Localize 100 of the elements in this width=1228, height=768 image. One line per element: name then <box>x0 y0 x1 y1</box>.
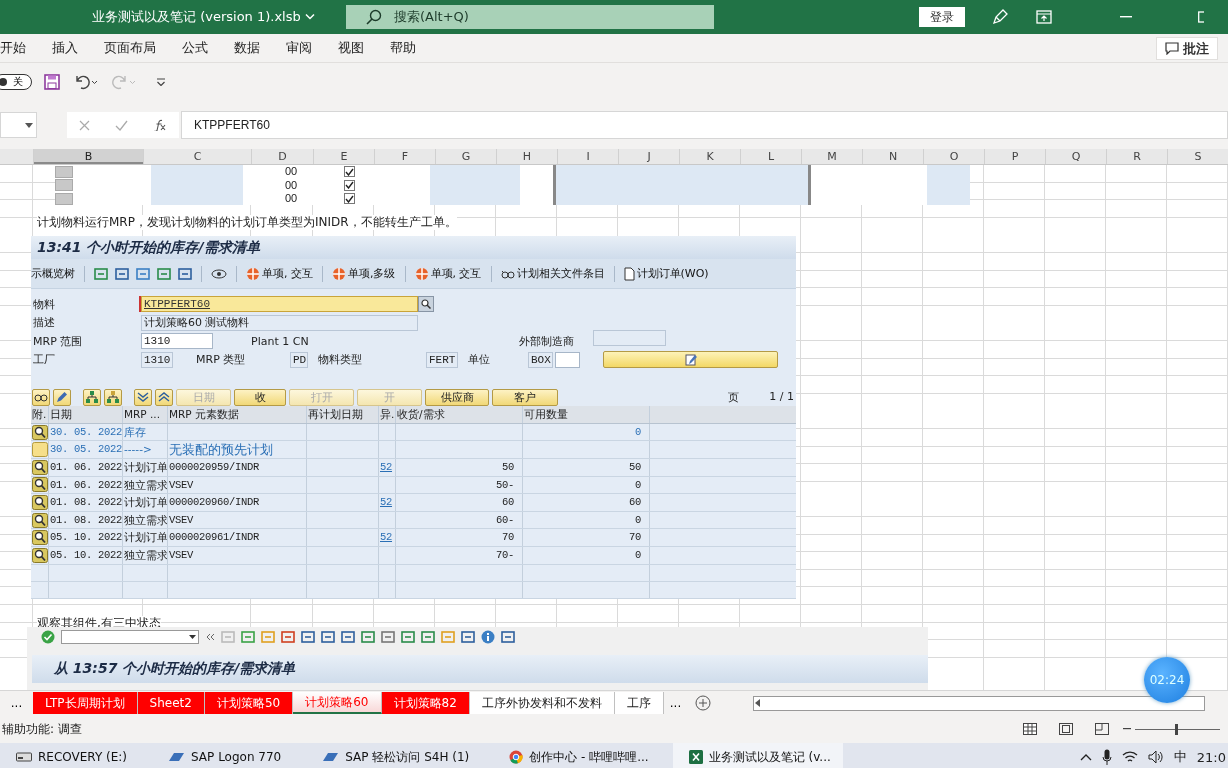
collapse-button[interactable] <box>104 388 122 406</box>
column-header[interactable]: M <box>801 149 862 164</box>
customize-icon[interactable] <box>156 78 166 86</box>
toolbar-button[interactable]: 计划订单(WO) <box>623 266 709 282</box>
eye-icon[interactable] <box>211 268 227 279</box>
column-header[interactable]: L <box>740 149 801 164</box>
column-header[interactable]: K <box>679 149 740 164</box>
column-header[interactable]: B <box>33 149 143 164</box>
check-icon[interactable] <box>41 630 55 644</box>
checkbox[interactable] <box>344 179 355 191</box>
magnifier-icon[interactable] <box>31 494 48 510</box>
help-icon[interactable] <box>481 630 495 644</box>
input-field[interactable] <box>555 351 580 368</box>
column-header[interactable]: H <box>496 149 557 164</box>
taskbar-button[interactable]: 创作中心 - 哔哩哔哩... <box>493 743 661 768</box>
taskbar-button[interactable]: SAP Logon 770 <box>151 743 294 768</box>
scroll-down-button[interactable] <box>134 388 152 406</box>
column-header[interactable]: C <box>143 149 251 164</box>
column-header[interactable]: J <box>618 149 679 164</box>
column-header[interactable]: R <box>1106 149 1167 164</box>
magnifier-icon[interactable] <box>31 424 48 440</box>
column-header[interactable]: N <box>862 149 923 164</box>
toolbar-button[interactable]: 计划相关文件条目 <box>500 266 605 282</box>
column-header[interactable]: 可用数量 <box>523 405 650 423</box>
magnifier-icon[interactable] <box>31 530 48 546</box>
column-header[interactable]: F <box>374 149 435 164</box>
pencil-button[interactable] <box>53 388 71 406</box>
magnifier-icon[interactable] <box>31 459 48 475</box>
toolbar-button[interactable]: 客户 <box>492 388 558 406</box>
mrp-area-field[interactable]: 1310 <box>141 333 213 350</box>
sphere-icon[interactable] <box>246 266 260 281</box>
toolbar-button[interactable]: 单项, 交互 <box>246 266 313 282</box>
exception-link[interactable]: 52 <box>380 461 392 473</box>
ribbon-tab[interactable]: 视图 <box>338 39 364 57</box>
page-layout-icon[interactable] <box>1059 723 1073 735</box>
page-break-icon[interactable] <box>1095 723 1109 735</box>
magnifier-icon[interactable] <box>31 512 48 528</box>
pen-icon[interactable] <box>991 8 1009 26</box>
column-header[interactable]: 日期 <box>49 405 123 423</box>
search-field[interactable]: 搜索(Alt+Q) <box>346 5 714 29</box>
glasses-button[interactable] <box>32 388 50 406</box>
taskbar-button[interactable]: 业务测试以及笔记 (v... <box>672 743 843 768</box>
enter-icon[interactable] <box>115 119 128 131</box>
sphere-icon[interactable] <box>414 266 429 281</box>
exception-link[interactable]: 52 <box>380 496 392 509</box>
chevron-down-icon[interactable] <box>304 13 315 21</box>
column-header[interactable]: P <box>984 149 1045 164</box>
checkbox[interactable] <box>344 193 355 204</box>
volume-icon[interactable] <box>1147 750 1164 764</box>
column-header[interactable]: 收货/需求 <box>396 405 523 423</box>
sphere-icon[interactable] <box>332 266 346 281</box>
column-header[interactable]: E <box>313 149 374 164</box>
minimize-icon[interactable] <box>1120 16 1132 18</box>
sheet-tab[interactable]: 计划策略50 <box>204 692 294 714</box>
normal-view-icon[interactable] <box>1023 723 1037 735</box>
scroll-up-button[interactable] <box>155 388 173 406</box>
taskbar-button[interactable]: SAP 轻松访问 S4H (1) <box>305 743 482 768</box>
column-header[interactable]: MRP 元素数据 <box>168 405 307 423</box>
sheet-tab[interactable]: 工序外协发料和不发料 <box>469 692 615 714</box>
name-box[interactable] <box>0 112 37 138</box>
chevron-left-icon[interactable] <box>205 633 215 641</box>
magnifier-icon[interactable] <box>31 547 48 563</box>
comments-button[interactable]: 批注 <box>1156 37 1218 60</box>
column-header[interactable]: D <box>251 149 313 164</box>
maximize-icon[interactable] <box>1198 11 1204 23</box>
add-sheet-icon[interactable] <box>695 695 712 711</box>
ribbon-tab[interactable]: 帮助 <box>390 39 416 57</box>
sheet-tab[interactable]: Sheet2 <box>137 692 205 714</box>
toolbar-button[interactable]: 收 <box>234 388 286 406</box>
column-header[interactable]: G <box>435 149 496 164</box>
sheet-tab[interactable]: LTP长周期计划 <box>33 692 138 714</box>
column-header[interactable]: MRP ... <box>123 405 168 423</box>
horizontal-scrollbar[interactable] <box>753 695 1206 711</box>
ribbon-tab[interactable]: 公式 <box>182 39 208 57</box>
edit-button[interactable] <box>603 351 778 369</box>
file-name[interactable]: 业务测试以及笔记 (version 1).xlsb <box>92 8 301 26</box>
taskbar-button[interactable]: RECOVERY (E:) <box>0 743 140 768</box>
exception-link[interactable]: 52 <box>380 531 392 544</box>
search-help-button[interactable] <box>418 296 434 313</box>
ribbon-tab[interactable]: 插入 <box>52 39 78 57</box>
command-field[interactable] <box>61 630 199 644</box>
ribbon-tab[interactable]: 数据 <box>234 39 260 57</box>
toolbar-button[interactable]: 供应商 <box>425 388 489 406</box>
column-header[interactable]: 异. <box>379 405 396 423</box>
toolbar-button[interactable]: 单项,多级 <box>332 266 396 282</box>
column-header[interactable]: I <box>557 149 618 164</box>
column-header[interactable]: O <box>923 149 984 164</box>
clock[interactable]: 21:0 <box>1196 749 1226 765</box>
sheet-tab[interactable]: 工序 <box>614 692 664 714</box>
more-sheets-button[interactable]: ... <box>0 696 33 710</box>
ribbon-tab[interactable]: 页面布局 <box>104 39 156 57</box>
ribbon-display-icon[interactable] <box>1036 10 1052 24</box>
undo-icon[interactable] <box>74 74 98 90</box>
column-header[interactable]: 再计划日期 <box>307 405 379 423</box>
chevron-up-icon[interactable] <box>1079 753 1092 761</box>
expand-button[interactable] <box>83 388 101 406</box>
autosave-toggle[interactable]: 关 <box>0 74 32 90</box>
column-header[interactable]: S <box>1167 149 1228 164</box>
sign-in-button[interactable]: 登录 <box>919 7 965 27</box>
ribbon-tab[interactable]: 审阅 <box>286 39 312 57</box>
